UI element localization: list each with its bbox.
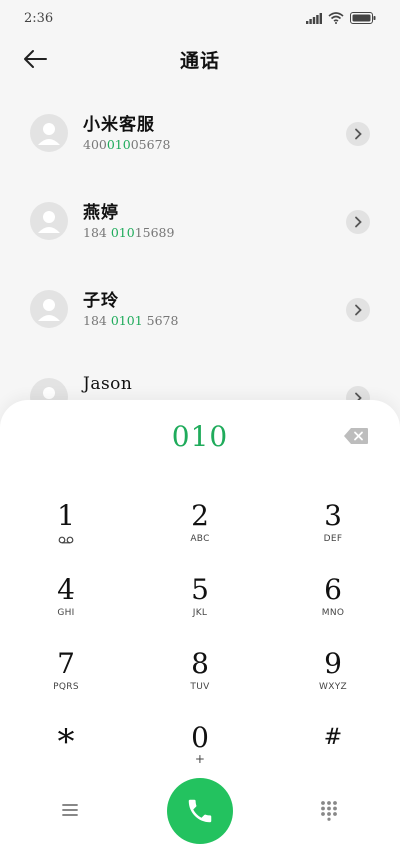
key-digit: 7 xyxy=(57,647,75,680)
key-digit: 1 xyxy=(57,499,75,532)
key-letters: MNO xyxy=(321,608,345,618)
key-0[interactable]: 0 + xyxy=(150,722,250,782)
backspace-icon xyxy=(344,428,368,444)
key-letters: TUV xyxy=(190,682,210,692)
status-bar: 2:36 xyxy=(0,0,400,36)
key-digit: 3 xyxy=(324,499,342,532)
key-letters: PQRS xyxy=(53,682,79,692)
key-letters: GHI xyxy=(57,608,75,618)
wifi-icon xyxy=(328,12,344,24)
avatar xyxy=(30,114,68,152)
key-7[interactable]: 7 PQRS xyxy=(16,648,116,708)
key-digit: 9 xyxy=(324,647,342,680)
chevron-right-icon xyxy=(355,128,362,140)
status-time: 2:36 xyxy=(24,10,54,26)
contact-row[interactable]: 燕婷 184 01015689 xyxy=(0,192,400,272)
contact-detail-button[interactable] xyxy=(346,210,370,234)
contact-name: Jason xyxy=(83,374,133,394)
key-digit: * xyxy=(57,722,75,762)
key-star[interactable]: * xyxy=(16,722,116,782)
key-digit: 8 xyxy=(191,647,209,680)
avatar xyxy=(30,202,68,240)
header: 通话 xyxy=(0,36,400,84)
key-3[interactable]: 3 DEF xyxy=(283,500,383,560)
contact-name: 燕婷 xyxy=(83,203,119,223)
keypad-toggle-button[interactable] xyxy=(318,799,340,821)
contact-number: 184 01015689 xyxy=(83,225,175,240)
key-hash[interactable]: # xyxy=(283,722,383,782)
key-9[interactable]: 9 WXYZ xyxy=(283,648,383,708)
call-button[interactable] xyxy=(167,778,233,844)
menu-icon xyxy=(62,804,78,816)
phone-icon xyxy=(188,799,212,823)
key-1[interactable]: 1 xyxy=(16,500,116,560)
contact-row[interactable]: 小米客服 40001005678 xyxy=(0,104,400,184)
key-letters: + xyxy=(194,752,206,766)
key-5[interactable]: 5 JKL xyxy=(150,574,250,634)
contact-detail-button[interactable] xyxy=(346,298,370,322)
contact-name: 子玲 xyxy=(83,291,119,311)
key-6[interactable]: 6 MNO xyxy=(283,574,383,634)
person-icon xyxy=(38,123,60,145)
key-digit: 6 xyxy=(324,573,342,606)
person-icon xyxy=(38,299,60,321)
dialed-number: 010 xyxy=(171,420,229,453)
contact-detail-button[interactable] xyxy=(346,122,370,146)
person-icon xyxy=(38,211,60,233)
status-icons xyxy=(306,12,376,24)
keypad-icon xyxy=(321,801,337,821)
voicemail-icon xyxy=(58,536,74,544)
key-letters: ABC xyxy=(190,534,210,544)
key-letters: DEF xyxy=(323,534,343,544)
key-digit: 5 xyxy=(191,573,209,606)
key-letters: JKL xyxy=(192,608,208,618)
chevron-right-icon xyxy=(355,216,362,228)
battery-icon xyxy=(350,12,376,24)
dialpad-sheet: 010 1 2 ABC 3 DEF 4 GHI 5 JKL 6 MNO 7 PQ… xyxy=(0,400,400,866)
avatar xyxy=(30,290,68,328)
key-digit: 4 xyxy=(57,573,75,606)
contact-row[interactable]: 子玲 184 0101 5678 xyxy=(0,280,400,360)
key-digit: 2 xyxy=(191,499,209,532)
chevron-right-icon xyxy=(355,304,362,316)
backspace-button[interactable] xyxy=(343,427,369,445)
contact-number: 40001005678 xyxy=(83,137,171,152)
key-4[interactable]: 4 GHI xyxy=(16,574,116,634)
contact-name: 小米客服 xyxy=(83,115,155,135)
key-digit: 0 xyxy=(191,721,209,754)
key-2[interactable]: 2 ABC xyxy=(150,500,250,560)
key-letters: WXYZ xyxy=(319,682,347,692)
key-8[interactable]: 8 TUV xyxy=(150,648,250,708)
menu-button[interactable] xyxy=(58,801,82,819)
contact-number: 184 0101 5678 xyxy=(83,313,179,328)
key-digit: # xyxy=(323,725,343,750)
page-title: 通话 xyxy=(179,50,220,72)
signal-icon xyxy=(306,12,322,24)
